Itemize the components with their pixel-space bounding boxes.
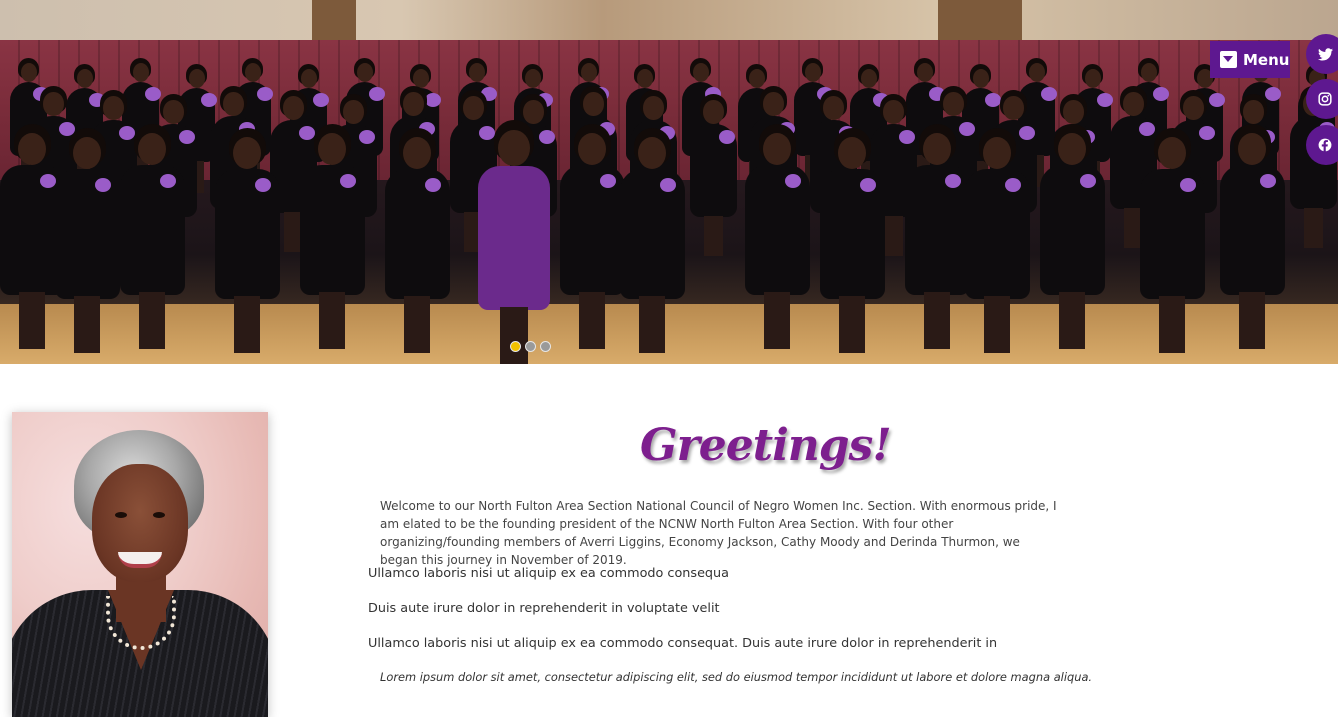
photo-person (560, 124, 625, 351)
caret-down-square-icon (1220, 51, 1237, 68)
photo-person (478, 120, 550, 364)
portrait-eye (115, 512, 127, 518)
quote-text: Lorem ipsum dolor sit amet, consectetur … (380, 670, 1093, 684)
photo-person (820, 128, 885, 355)
photo-person (620, 128, 685, 355)
photo-person (1040, 124, 1105, 351)
photo-person (690, 94, 737, 258)
menu-button[interactable]: Menu (1210, 41, 1290, 78)
photo-person (385, 128, 450, 355)
portrait-eye (153, 512, 165, 518)
body-line-3: Ullamco laboris nisi ut aliquip ex ea co… (368, 636, 998, 651)
instagram-button[interactable] (1306, 79, 1338, 119)
welcome-paragraph: Welcome to our North Fulton Area Section… (380, 499, 1057, 567)
photo-person (905, 124, 970, 351)
president-portrait (12, 412, 268, 717)
photo-person (120, 124, 185, 351)
photo-person (1140, 128, 1205, 355)
photo-person (1220, 124, 1285, 351)
menu-label: Menu (1243, 50, 1290, 69)
twitter-button[interactable] (1306, 34, 1338, 74)
greeting-title: Greetings! (640, 420, 892, 471)
body-line-2: Duis aute irure dolor in reprehenderit i… (368, 601, 720, 616)
photo-person (55, 128, 120, 355)
slider-dot-2[interactable] (525, 341, 536, 352)
facebook-icon (1318, 138, 1332, 152)
slider-dots (510, 341, 551, 352)
slider-dot-1[interactable] (510, 341, 521, 352)
photo-person (300, 124, 365, 351)
instagram-icon (1318, 92, 1332, 106)
group-photo-crowd (0, 58, 1338, 364)
hero-slider[interactable] (0, 0, 1338, 364)
twitter-icon (1318, 47, 1333, 60)
photo-person (215, 128, 280, 355)
photo-person (745, 124, 810, 351)
photo-person (965, 128, 1030, 355)
body-line-1: Ullamco laboris nisi ut aliquip ex ea co… (368, 566, 730, 581)
slider-dot-3[interactable] (540, 341, 551, 352)
facebook-button[interactable] (1306, 125, 1338, 165)
